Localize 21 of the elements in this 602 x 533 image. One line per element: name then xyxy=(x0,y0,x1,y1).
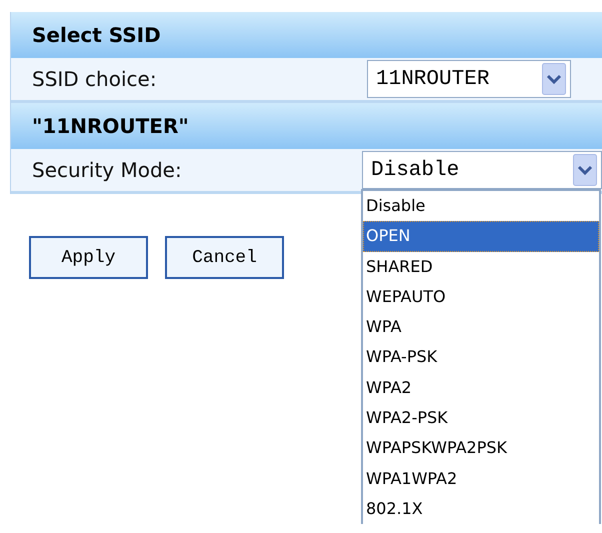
form-button[interactable]: Apply xyxy=(29,236,148,279)
dropdown-option[interactable]: WPA-PSK xyxy=(363,342,599,373)
section-header: Select SSID xyxy=(11,12,602,58)
dropdown-option[interactable]: OPEN xyxy=(363,221,599,252)
chevron-down-icon xyxy=(542,63,566,95)
dropdown-option[interactable]: WPA2-PSK xyxy=(363,403,599,434)
dropdown-option[interactable]: WPA2 xyxy=(363,372,599,404)
dropdown-option[interactable]: WPA1WPA2 xyxy=(363,464,599,494)
dropdown-option[interactable]: 802.1X xyxy=(363,494,599,524)
field-label: Security Mode: xyxy=(31,158,183,182)
field-label: SSID choice: xyxy=(31,67,158,91)
dropdown-option[interactable]: WEPAUTO xyxy=(363,282,599,312)
dropdown-select[interactable]: 11NROUTER xyxy=(367,60,571,98)
chevron-down-icon xyxy=(573,154,597,186)
dropdown-option[interactable]: Disable xyxy=(363,191,599,222)
form-button[interactable]: Cancel xyxy=(165,236,284,279)
dropdown-option[interactable]: SHARED xyxy=(363,252,599,282)
dropdown-option[interactable]: WPA xyxy=(363,312,599,342)
section-header: "11NROUTER" xyxy=(11,103,602,149)
dropdown-select[interactable]: Disable xyxy=(362,151,602,189)
dropdown-option[interactable]: WPAPSKWPA2PSK xyxy=(363,433,599,464)
